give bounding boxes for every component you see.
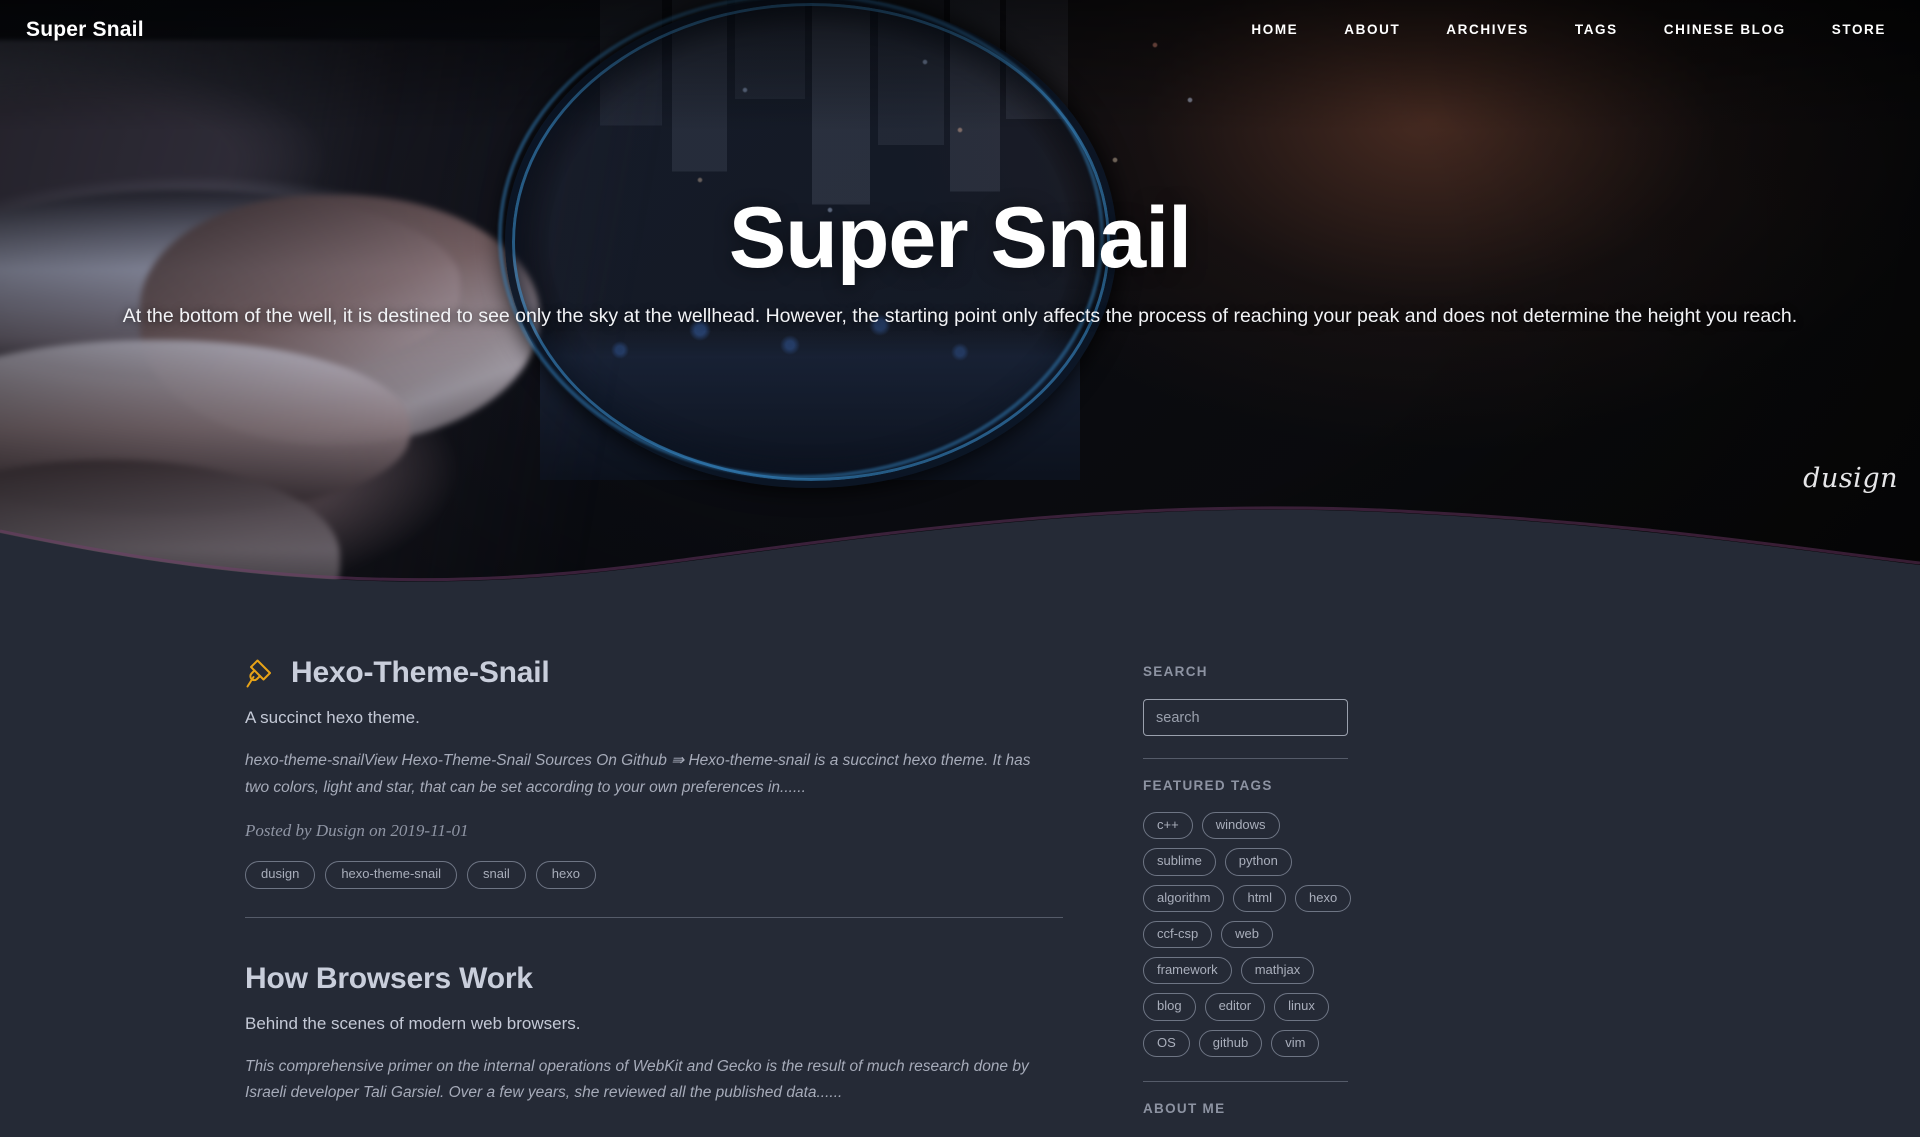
- hero-subtitle: At the bottom of the well, it is destine…: [122, 305, 1798, 327]
- featured-tag[interactable]: editor: [1204, 993, 1266, 1021]
- post-item: Hexo-Theme-Snail A succinct hexo theme. …: [245, 656, 1063, 924]
- post-list: Hexo-Theme-Snail A succinct hexo theme. …: [245, 656, 1063, 1116]
- featured-tag[interactable]: linux: [1274, 993, 1329, 1021]
- sidebar-divider: [1143, 1081, 1348, 1083]
- post-tag[interactable]: hexo-theme-snail: [325, 861, 458, 889]
- nav-link-about[interactable]: ABOUT: [1344, 22, 1400, 37]
- nav-link-chinese-blog[interactable]: CHINESE BLOG: [1664, 22, 1786, 37]
- post-title[interactable]: How Browsers Work: [245, 962, 533, 996]
- featured-tag[interactable]: sublime: [1143, 848, 1216, 876]
- post-excerpt: This comprehensive primer on the interna…: [245, 1057, 1029, 1102]
- nav-link-home[interactable]: HOME: [1251, 22, 1298, 37]
- post-meta: Posted by Dusign on 2019-11-01: [245, 821, 469, 841]
- post-item: How Browsers Work Behind the scenes of m…: [245, 962, 1063, 1113]
- post-tag-row: dusign hexo-theme-snail snail hexo: [245, 861, 1063, 889]
- hero-banner: Super Snail HOME ABOUT ARCHIVES TAGS CHI…: [0, 0, 1920, 598]
- site-brand-link[interactable]: Super Snail: [26, 18, 144, 42]
- nav-item-home[interactable]: HOME: [1251, 21, 1298, 39]
- post-tag[interactable]: dusign: [245, 861, 316, 889]
- post-excerpt: hexo-theme-snailView Hexo-Theme-Snail So…: [245, 752, 1031, 796]
- pushpin-icon: [246, 659, 271, 688]
- featured-tag[interactable]: html: [1233, 884, 1287, 912]
- hero-bottom-curve: [0, 506, 1920, 598]
- sidebar: SEARCH FEATURED TAGS c++ windows sublime…: [1143, 656, 1393, 1116]
- featured-tag[interactable]: OS: [1143, 1029, 1190, 1058]
- sidebar-search-section: SEARCH: [1143, 664, 1393, 759]
- about-me-heading: ABOUT ME: [1143, 1101, 1226, 1117]
- nav-item-tags[interactable]: TAGS: [1575, 21, 1618, 39]
- sidebar-divider: [1143, 758, 1348, 759]
- featured-tag[interactable]: mathjax: [1240, 957, 1315, 985]
- post-divider: [245, 916, 1063, 918]
- featured-tag[interactable]: web: [1221, 920, 1274, 949]
- featured-tag[interactable]: c++: [1143, 812, 1193, 840]
- nav-links-list: HOME ABOUT ARCHIVES TAGS CHINESE BLOG ST…: [1251, 21, 1894, 39]
- featured-tag[interactable]: algorithm: [1143, 884, 1225, 912]
- nav-link-tags[interactable]: TAGS: [1575, 22, 1618, 37]
- post-header: Hexo-Theme-Snail: [245, 656, 1063, 690]
- nav-item-about[interactable]: ABOUT: [1344, 21, 1400, 39]
- nav-item-store[interactable]: STORE: [1832, 21, 1886, 39]
- featured-tag[interactable]: windows: [1201, 812, 1280, 840]
- search-heading: SEARCH: [1143, 664, 1208, 679]
- post-header: How Browsers Work: [245, 962, 1063, 996]
- post-subtitle: Behind the scenes of modern web browsers…: [245, 1013, 581, 1033]
- post-tag[interactable]: snail: [467, 861, 526, 889]
- search-input[interactable]: [1143, 699, 1348, 736]
- featured-tag[interactable]: python: [1224, 848, 1292, 876]
- featured-tag[interactable]: hexo: [1295, 884, 1352, 912]
- page-body: Hexo-Theme-Snail A succinct hexo theme. …: [0, 598, 1920, 1117]
- featured-tag[interactable]: github: [1198, 1029, 1263, 1058]
- featured-tag[interactable]: ccf-csp: [1143, 920, 1213, 949]
- post-spacer: [245, 924, 1063, 962]
- post-title[interactable]: Hexo-Theme-Snail: [291, 656, 550, 690]
- nav-item-archives[interactable]: ARCHIVES: [1446, 21, 1529, 39]
- hero-text-block: Super Snail At the bottom of the well, i…: [0, 195, 1920, 330]
- sidebar-about-me-section: ABOUT ME: [1143, 1101, 1393, 1116]
- featured-tag[interactable]: framework: [1143, 957, 1232, 985]
- post-subtitle: A succinct hexo theme.: [245, 708, 420, 727]
- post-tag[interactable]: hexo: [535, 861, 596, 889]
- featured-tags-list: c++ windows sublime python algorithm htm…: [1143, 812, 1358, 1058]
- content-container: Hexo-Theme-Snail A succinct hexo theme. …: [245, 598, 1675, 1116]
- nav-item-chinese-blog[interactable]: CHINESE BLOG: [1664, 21, 1786, 39]
- featured-tags-heading: FEATURED TAGS: [1143, 778, 1273, 793]
- featured-tag[interactable]: vim: [1271, 1029, 1320, 1058]
- hero-title: Super Snail: [728, 190, 1192, 286]
- author-signature: dusign: [1803, 463, 1898, 494]
- main-navigation-bar: Super Snail HOME ABOUT ARCHIVES TAGS CHI…: [0, 0, 1920, 60]
- nav-link-store[interactable]: STORE: [1832, 22, 1886, 37]
- sidebar-featured-tags-section: FEATURED TAGS c++ windows sublime python…: [1143, 778, 1393, 1083]
- nav-link-archives[interactable]: ARCHIVES: [1446, 22, 1529, 37]
- featured-tag[interactable]: blog: [1143, 993, 1196, 1021]
